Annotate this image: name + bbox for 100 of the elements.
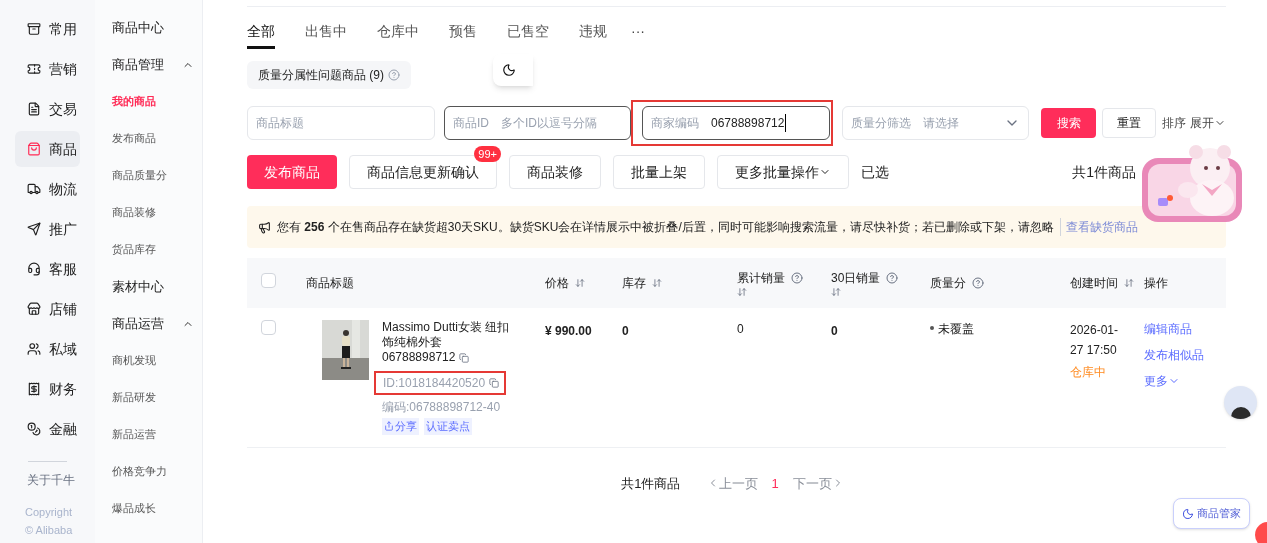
status-text: 仓库中 [1070, 364, 1107, 381]
nav-item[interactable]: 私域 [15, 331, 80, 367]
search-button[interactable]: 搜索 [1041, 108, 1096, 138]
filter-tab[interactable]: 出售中 [305, 20, 347, 49]
help-icon[interactable] [972, 277, 984, 289]
expand-toggle[interactable]: 展开 [1190, 114, 1226, 132]
action-button[interactable]: 发布商品 [247, 155, 337, 189]
nav-item[interactable]: 推广 [15, 211, 80, 247]
more-tabs-button[interactable]: ··· [631, 20, 645, 49]
bag-icon [27, 142, 41, 156]
column-header: 商品标题 [306, 275, 354, 292]
share-icon [384, 421, 394, 432]
row-action-link[interactable]: 发布相似品 [1144, 346, 1204, 364]
product-title[interactable]: Massimo Dutti女装 纽扣饰纯棉外套 06788898712 [382, 320, 514, 365]
quality-cell-text: 未覆盖 [938, 321, 974, 338]
sales-cell-text: 0 [830, 323, 839, 340]
column-header: 创建时间 [1070, 275, 1118, 292]
users-icon [27, 342, 41, 356]
total-count: 共1件商品 [1072, 162, 1136, 182]
sort-icon[interactable] [1124, 278, 1134, 288]
submenu-item[interactable]: 新品研发 [112, 379, 194, 416]
filter-tab[interactable]: 违规 [579, 20, 607, 49]
megaphone-icon [258, 220, 271, 234]
product-code: 编码:06788898712-40 [382, 399, 502, 416]
submenu-item[interactable]: 价格竞争力 [112, 453, 194, 490]
copyright-text: Copyright [25, 505, 74, 520]
sort-icon[interactable] [575, 278, 585, 288]
product-tag[interactable]: 认证卖点 [424, 418, 472, 435]
submenu-heading[interactable]: 商品运营 [112, 313, 164, 334]
pagination-total: 共1件商品 [621, 474, 681, 493]
sort-icon[interactable] [652, 278, 662, 288]
nav-item[interactable]: 营销 [15, 51, 80, 87]
sort-icon[interactable] [737, 287, 747, 297]
filter-tab[interactable]: 已售空 [507, 20, 549, 49]
action-button[interactable]: 商品装修 [509, 155, 601, 189]
column-header: 30日销量 [831, 270, 881, 287]
row-action-link[interactable]: 更多 [1144, 372, 1180, 390]
quality-filter-chip[interactable]: 质量分属性问题商品 (9) [247, 61, 411, 89]
copy-icon[interactable] [458, 352, 469, 363]
submenu-heading[interactable]: 商品管理 [112, 54, 164, 75]
bullet-icon [930, 326, 934, 330]
submenu-heading[interactable]: 素材中心 [112, 276, 164, 297]
help-icon[interactable] [791, 272, 803, 284]
send-icon [27, 222, 41, 236]
reset-button[interactable]: 重置 [1102, 108, 1156, 138]
submenu-item[interactable]: 商品质量分 [112, 157, 194, 194]
sort-label: 排序 [1162, 115, 1186, 132]
avatar-icon[interactable] [1224, 386, 1257, 419]
column-header: 价格 [545, 275, 569, 292]
sort-icon[interactable] [831, 287, 841, 297]
submenu-item[interactable]: 发布商品 [112, 120, 194, 157]
total-sales-cell-text: 0 [736, 321, 745, 338]
nav-item[interactable]: 客服 [15, 251, 80, 287]
nav-item[interactable]: 交易 [15, 91, 80, 127]
action-button[interactable]: 更多批量操作 [717, 155, 849, 189]
nav-item[interactable]: 物流 [15, 171, 80, 207]
action-button[interactable]: 批量上架 [613, 155, 705, 189]
help-icon [388, 69, 400, 81]
filter-tab[interactable]: 仓库中 [377, 20, 419, 49]
selected-label: 已选 [861, 162, 889, 182]
column-header: 库存 [622, 275, 646, 292]
product-tag[interactable]: 分享 [382, 418, 419, 435]
column-header: 操作 [1144, 275, 1168, 292]
page-number[interactable]: 1 [771, 473, 779, 493]
price-cell-text: ¥ 990.00 [544, 323, 593, 340]
copy-icon[interactable] [489, 378, 500, 388]
submenu-item[interactable]: 我的商品 [112, 83, 194, 120]
input-field[interactable]: 商家编码 06788898712 [642, 106, 830, 140]
nav-item[interactable]: 商品 [15, 131, 80, 167]
row-action-link[interactable]: 编辑商品 [1144, 320, 1192, 338]
nav-item[interactable]: 金融 [15, 411, 80, 447]
checkbox[interactable] [261, 273, 276, 288]
filter-tab[interactable]: 预售 [449, 20, 477, 49]
headset-icon [27, 262, 41, 276]
submenu-item[interactable]: 爆品成长 [112, 490, 194, 527]
ticket-icon [27, 62, 41, 76]
created-time: 2026-01-27 17:50 [1070, 322, 1120, 359]
next-page-button[interactable]: 下一页 [792, 473, 844, 493]
nav-item[interactable]: 店铺 [15, 291, 80, 327]
submenu-heading[interactable]: 商品中心 [112, 17, 164, 38]
assistant-button[interactable]: 商品管家 [1173, 498, 1250, 529]
coins-icon [27, 422, 41, 436]
submenu-item[interactable]: 商机发现 [112, 342, 194, 379]
filter-tab[interactable]: 全部 [247, 20, 275, 49]
stock-cell-text: 0 [621, 323, 630, 340]
document-icon [27, 102, 41, 116]
count-badge: 99+ [474, 146, 501, 162]
column-header: 累计销量 [737, 270, 785, 287]
copyright-text: © Alibaba [25, 523, 74, 538]
submenu-item[interactable]: 商品装修 [112, 194, 194, 231]
nav-item[interactable]: 财务 [15, 371, 80, 407]
about-link[interactable]: 关于千牛 [0, 471, 95, 489]
truck-icon [27, 182, 41, 196]
receipt-icon [27, 382, 41, 396]
checkbox[interactable] [261, 320, 276, 335]
help-icon[interactable] [886, 272, 899, 284]
nav-item[interactable]: 常用 [15, 11, 80, 47]
submenu-item[interactable]: 货品库存 [112, 231, 194, 268]
column-header: 质量分 [930, 275, 966, 292]
submenu-item[interactable]: 新品运营 [112, 416, 194, 453]
